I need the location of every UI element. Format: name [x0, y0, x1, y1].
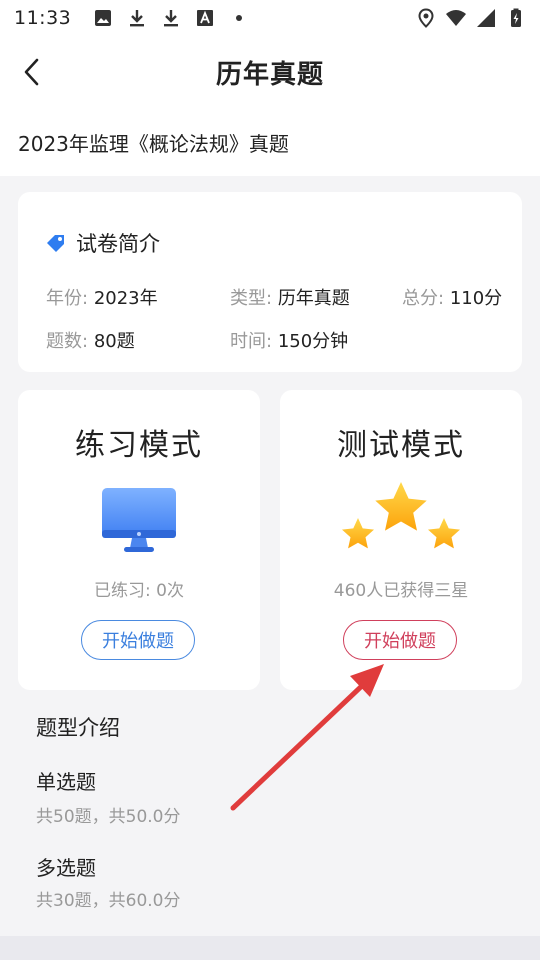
info-label: 类型: — [230, 288, 273, 309]
bottom-strip — [0, 936, 540, 960]
three-star-count: 460人已获得三星 — [333, 581, 469, 601]
question-types-title: 题型介绍 — [36, 716, 120, 740]
test-mode-card[interactable]: 测试模式 460人已获得三星 开始做题 — [280, 390, 522, 690]
question-type-name: 单选题 — [36, 770, 96, 794]
exam-title: 2023年监理《概论法规》真题 — [0, 108, 540, 176]
exam-title-text: 2023年监理《概论法规》真题 — [18, 131, 289, 156]
intro-heading-text: 试卷简介 — [76, 232, 160, 256]
system-icons — [416, 8, 526, 28]
info-value: 110分 — [449, 288, 503, 309]
info-value: 历年真题 — [277, 288, 350, 309]
test-start-button[interactable]: 开始做题 — [343, 620, 457, 660]
info-duration: 时间: 150分钟 — [230, 327, 348, 353]
notification-icons — [93, 8, 249, 28]
practice-mode-card[interactable]: 练习模式 已练习: 0次 开始做题 — [18, 390, 260, 690]
info-year: 年份: 2023年 — [46, 284, 158, 310]
back-button[interactable] — [10, 50, 54, 94]
intro-heading: 试卷简介 — [44, 228, 160, 258]
practice-count: 已练习: 0次 — [94, 581, 184, 601]
question-type-name: 多选题 — [36, 856, 96, 880]
tag-icon — [47, 235, 64, 252]
exam-intro-card: 试卷简介 年份: 2023年 类型: 历年真题 总分: 110分 题数: 80题… — [18, 192, 522, 372]
info-question-count: 题数: 80题 — [46, 327, 135, 353]
question-types-section: 题型介绍 单选题 共50题，共50.0分 多选题 共30题，共60.0分 — [0, 690, 540, 936]
info-value: 150分钟 — [277, 331, 349, 352]
info-label: 总分: — [402, 288, 445, 309]
info-label: 时间: — [230, 331, 273, 352]
info-total-score: 总分: 110分 — [402, 284, 502, 310]
test-mode-title: 测试模式 — [337, 428, 465, 463]
image-icon — [95, 10, 112, 26]
practice-start-button[interactable]: 开始做题 — [81, 620, 195, 660]
question-type-desc: 共50题，共50.0分 — [36, 807, 181, 827]
signal-icon — [477, 9, 495, 27]
info-label: 年份: — [46, 288, 89, 309]
info-label: 题数: — [46, 331, 89, 352]
page-title: 历年真题 — [215, 59, 324, 90]
nav-bar: 历年真题 — [0, 36, 540, 108]
three-stars-icon — [342, 482, 460, 549]
dot-icon — [236, 15, 243, 21]
info-value: 80题 — [93, 331, 135, 352]
question-type-desc: 共30题，共60.0分 — [36, 891, 181, 911]
status-bar: 11:33 — [0, 0, 540, 36]
status-time: 11:33 — [14, 7, 72, 29]
info-type: 类型: 历年真题 — [230, 284, 350, 310]
chevron-left-icon — [24, 58, 39, 86]
font-a-icon — [197, 10, 214, 26]
location-icon — [418, 8, 434, 28]
monitor-icon — [102, 488, 176, 552]
battery-charging-icon — [511, 8, 521, 27]
info-value: 2023年 — [93, 288, 158, 309]
practice-mode-title: 练习模式 — [75, 428, 203, 463]
wifi-icon — [446, 10, 466, 26]
download-icon — [164, 10, 179, 27]
download-icon — [130, 10, 145, 27]
